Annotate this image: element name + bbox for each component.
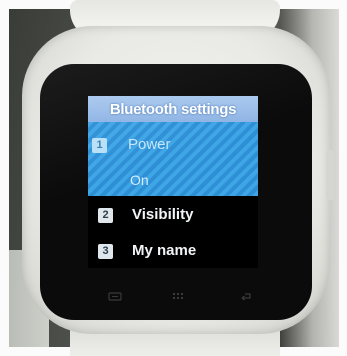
menu-item-value: On <box>130 172 149 188</box>
watch-display: Bluetooth settings 1 Power On 2 Visibili… <box>88 96 258 268</box>
photo-scene: Bluetooth settings 1 Power On 2 Visibili… <box>0 0 347 356</box>
watch-side-button[interactable] <box>326 150 334 200</box>
menu-item-label: My name <box>132 242 197 259</box>
menu-item-number: 3 <box>98 244 113 259</box>
menu-item-label: Visibility <box>132 206 194 223</box>
menu-item-label: Power <box>128 136 171 153</box>
menu-item-my-name[interactable]: 3 My name <box>88 238 258 266</box>
apps-grid-icon[interactable] <box>172 292 186 301</box>
menu-item-power[interactable]: 1 Power On <box>88 122 258 196</box>
menu-item-number: 1 <box>92 138 107 153</box>
back-icon[interactable] <box>239 292 253 301</box>
menu-icon[interactable] <box>108 292 122 301</box>
title-bar: Bluetooth settings <box>88 96 258 122</box>
menu-item-visibility[interactable]: 2 Visibility <box>88 202 258 230</box>
screen-title: Bluetooth settings <box>109 100 237 118</box>
menu-item-number: 2 <box>98 208 113 223</box>
